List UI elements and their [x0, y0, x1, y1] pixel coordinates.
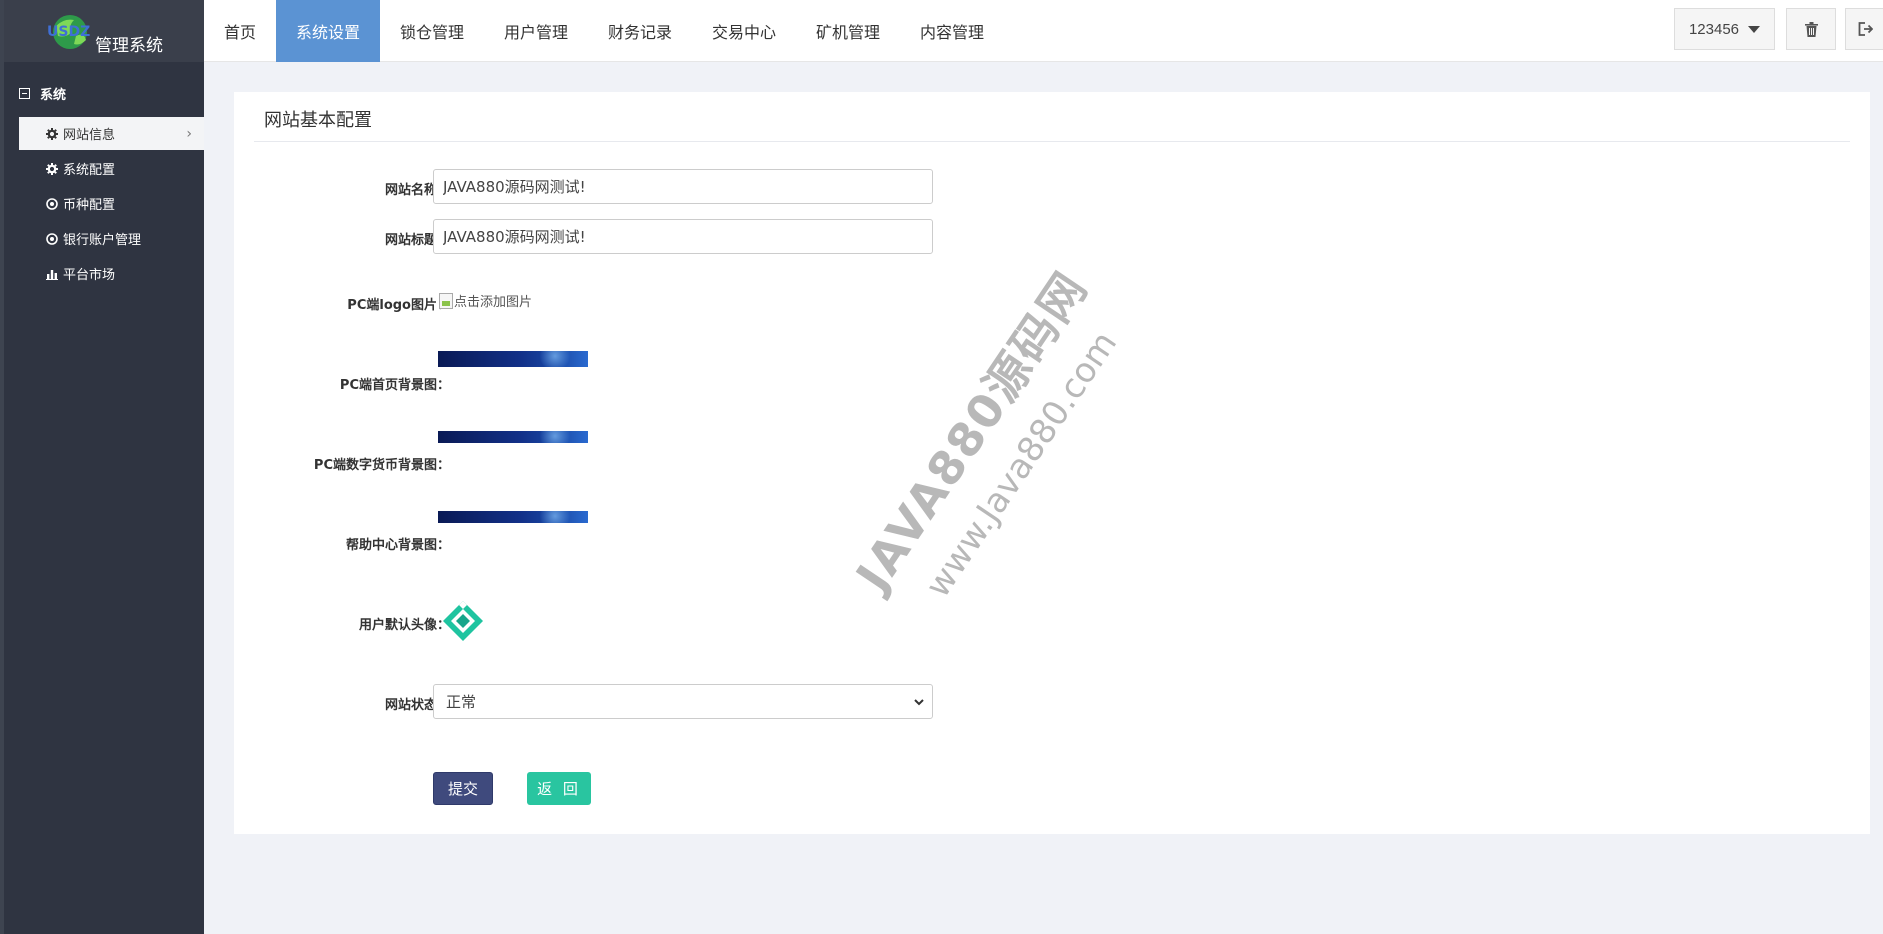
trash-icon [1804, 21, 1818, 37]
logo-text: USDZ [47, 24, 90, 40]
default-avatar-image[interactable] [442, 600, 484, 642]
tab-finance-records[interactable]: 财务记录 [588, 0, 692, 62]
circle-dot-icon [45, 197, 59, 210]
circle-dot-icon [45, 232, 59, 245]
page-title: 网站基本配置 [264, 110, 372, 131]
collapse-icon [19, 88, 30, 99]
site-title-input[interactable] [433, 219, 933, 254]
globe-logo-icon: USDZ [47, 15, 90, 49]
gear-icon [45, 127, 59, 140]
logo-area: USDZ 管理系统 [4, 0, 204, 62]
tab-miner-management[interactable]: 矿机管理 [796, 0, 900, 62]
site-status-select[interactable]: 正常 [433, 684, 933, 719]
sidebar-item-bank-accounts[interactable]: 银行账户管理 [19, 222, 204, 255]
tab-home[interactable]: 首页 [204, 0, 276, 62]
help-bg-image[interactable] [438, 511, 588, 523]
divider [254, 141, 1850, 142]
logout-icon [1858, 22, 1873, 36]
sidebar-item-label: 系统配置 [63, 163, 116, 178]
tab-user-management[interactable]: 用户管理 [484, 0, 588, 62]
app-title: 管理系统 [95, 36, 163, 56]
pc-home-bg-label: PC端首页背景图： [339, 378, 450, 393]
username: 123456 [1688, 20, 1740, 38]
back-button[interactable]: 返 回 [527, 772, 591, 805]
menu-group-system[interactable]: 系统 [19, 84, 66, 103]
tab-lock-management[interactable]: 锁仓管理 [380, 0, 484, 62]
sidebar-item-label: 平台市场 [63, 268, 116, 283]
sidebar-item-system-config[interactable]: 系统配置 [19, 152, 204, 185]
pc-coin-bg-label: PC端数字货币背景图： [313, 458, 450, 473]
sidebar-item-label: 银行账户管理 [63, 233, 142, 248]
tab-system-settings[interactable]: 系统设置 [276, 0, 380, 62]
site-status-value: 正常 [446, 693, 477, 711]
pc-coin-bg-image[interactable] [438, 431, 588, 443]
pc-logo-alt-text: 点击添加图片 [454, 295, 533, 310]
site-name-input[interactable] [433, 169, 933, 204]
sidebar: USDZ 管理系统 系统 网站信息 › 系统配置 币种配置 银行账户管理 平台市… [4, 0, 204, 934]
top-nav: 首页 系统设置 锁仓管理 用户管理 财务记录 交易中心 矿机管理 内容管理 [204, 0, 1883, 62]
user-dropdown[interactable]: 123456 [1674, 8, 1775, 50]
menu-group-label: 系统 [40, 88, 67, 103]
sidebar-item-coin-config[interactable]: 币种配置 [19, 187, 204, 220]
sidebar-item-label: 币种配置 [63, 198, 116, 213]
pc-home-bg-image[interactable] [438, 351, 588, 367]
broken-image-icon [439, 292, 453, 309]
pc-logo-upload[interactable]: 点击添加图片 [439, 291, 532, 310]
config-panel: 网站基本配置 网站名称： 网站标题： PC端logo图片： 点击添加图片 PC端… [234, 92, 1870, 834]
sidebar-item-site-info[interactable]: 网站信息 › [19, 117, 204, 150]
submit-button[interactable]: 提交 [433, 772, 493, 805]
help-bg-label: 帮助中心背景图： [345, 538, 450, 553]
chevron-down-icon [914, 699, 924, 706]
pc-logo-label: PC端logo图片： [347, 298, 450, 313]
default-avatar-label: 用户默认头像： [358, 618, 450, 633]
gear-icon [45, 162, 59, 175]
bar-chart-icon [45, 268, 59, 280]
logout-button[interactable] [1845, 8, 1883, 50]
clear-cache-button[interactable] [1786, 8, 1836, 50]
caret-down-icon [1748, 25, 1761, 33]
tab-content-management[interactable]: 内容管理 [900, 0, 1004, 62]
sidebar-item-label: 网站信息 [63, 128, 116, 143]
sidebar-item-platform-market[interactable]: 平台市场 [19, 257, 204, 290]
tab-trading-center[interactable]: 交易中心 [692, 0, 796, 62]
chevron-right-icon: › [186, 125, 192, 142]
